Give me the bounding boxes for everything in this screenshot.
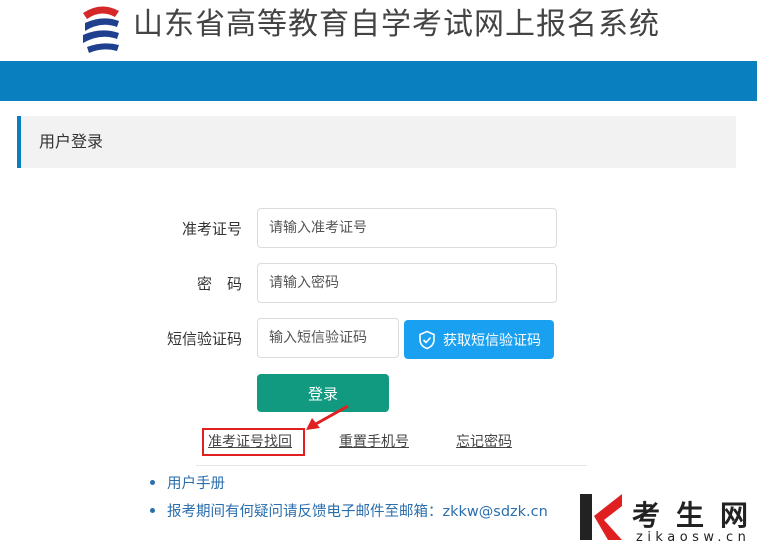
recover-ticket-link[interactable]: 准考证号找回 [208,432,292,452]
shield-check-icon [419,330,435,349]
reset-phone-link[interactable]: 重置手机号 [339,432,409,452]
site-title: 山东省高等教育自学考试网上报名系统 [133,7,660,42]
exam-logo-icon [83,6,119,53]
bullet [150,479,155,485]
panel-title: 用户登录 [39,132,104,151]
get-sms-code-button[interactable]: 获取短信验证码 [404,320,554,359]
ticket-label: 准考证号 [181,220,242,238]
get-sms-code-label: 获取短信验证码 [443,332,541,349]
panel-heading: 用户登录 [17,116,736,168]
contact-email-text: 报考期间有何疑问请反馈电子邮件至邮箱：zkkw@sdzk.cn [167,504,548,520]
ticket-number-input[interactable] [257,208,557,248]
watermark-k-logo-icon [580,494,622,540]
red-arrow-icon [306,404,349,430]
sms-code-label: 短信验证码 [166,330,242,348]
watermark-text: 考生网 [632,499,757,532]
sms-code-input[interactable] [257,318,399,358]
password-label: 密 码 [196,275,242,293]
user-manual-link[interactable]: 用户手册 [167,476,225,492]
contact-email-item: 报考期间有何疑问请反馈电子邮件至邮箱：zkkw@sdzk.cn [150,500,548,521]
divider [196,465,587,466]
password-input[interactable] [257,263,557,303]
bullet [150,507,155,513]
header: 山东省高等教育自学考试网上报名系统 [0,0,757,60]
user-manual-item[interactable]: 用户手册 [150,472,225,493]
forgot-password-link[interactable]: 忘记密码 [456,432,512,452]
watermark-url: zikaosw.cn [636,530,751,545]
nav-bar [0,61,757,101]
